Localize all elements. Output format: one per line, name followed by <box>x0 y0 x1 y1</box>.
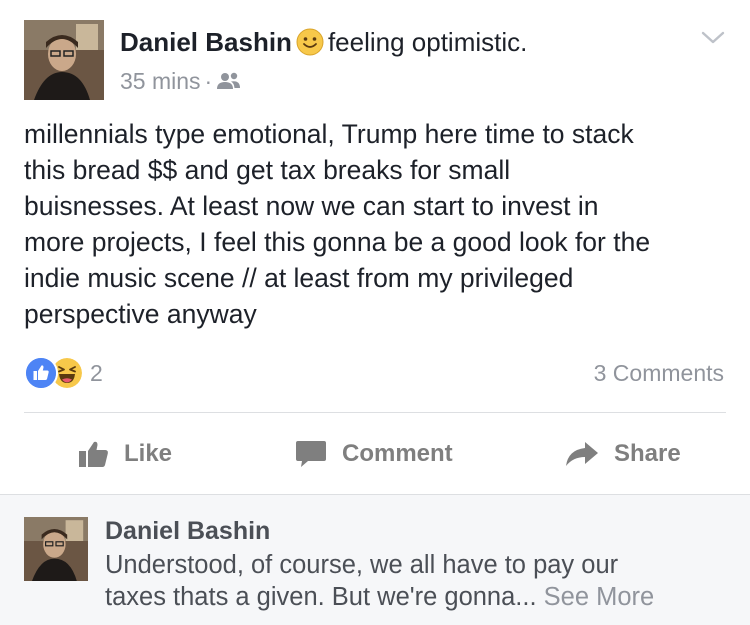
feeling-text[interactable]: feeling optimistic. <box>328 27 527 57</box>
comment-bubble-icon <box>296 441 326 467</box>
commenter-name[interactable]: Daniel Bashin <box>105 515 270 547</box>
share-arrow-icon <box>566 442 598 466</box>
comment-text-fragment: taxes thats a given. But we're gonna... <box>105 583 537 611</box>
commenter-avatar[interactable] <box>24 517 88 581</box>
action-bar: Like Comment Share <box>0 414 750 494</box>
post-body: millennials type emotional, Trump here t… <box>24 116 732 332</box>
reaction-count: 2 <box>90 359 103 386</box>
comment-preview: Daniel Bashin Understood, of course, we … <box>0 494 750 625</box>
comments-count-link[interactable]: 3 Comments <box>594 358 724 388</box>
share-button[interactable]: Share <box>564 414 681 494</box>
like-button[interactable]: Like <box>78 414 172 494</box>
author-name[interactable]: Daniel Bashin <box>120 27 292 57</box>
post-text-line: more projects, I feel this gonna be a go… <box>24 227 651 257</box>
smiley-emoji-icon <box>296 28 324 56</box>
post-meta: 35 mins · <box>120 66 242 96</box>
post-card: Daniel Bashin feeling optimistic. 35 mins… <box>0 0 750 494</box>
comment-label: Comment <box>342 440 453 467</box>
post-text-line: buisnesses. At least now we can start to… <box>24 191 599 221</box>
post-time[interactable]: 35 mins <box>120 68 201 94</box>
post-text-line: perspective anyway <box>24 299 257 329</box>
share-label: Share <box>614 440 681 467</box>
comment-text-line: Understood, of course, we all have to pa… <box>105 551 619 579</box>
author-avatar[interactable] <box>24 20 104 100</box>
post-text-line: millennials type emotional, Trump here t… <box>24 119 634 149</box>
divider <box>24 412 726 413</box>
chevron-down-icon[interactable] <box>700 28 726 48</box>
reaction-summary[interactable]: 2 <box>24 356 103 390</box>
comment-text: Understood, of course, we all have to pa… <box>105 549 735 613</box>
like-reaction-icon <box>24 356 58 390</box>
thumbs-up-icon <box>79 441 108 467</box>
friends-icon[interactable] <box>216 71 242 91</box>
like-label: Like <box>124 440 173 467</box>
meta-separator: · <box>204 68 213 94</box>
post-text-line: this bread $$ and get tax breaks for sma… <box>24 155 511 185</box>
see-more-link[interactable]: See More <box>544 583 655 611</box>
post-header: Daniel Bashin feeling optimistic. <box>120 24 527 60</box>
comment-button[interactable]: Comment <box>294 414 453 494</box>
post-text-line: indie music scene // at least from my pr… <box>24 263 574 293</box>
comment-text-line-2: taxes thats a given. But we're gonna... … <box>105 581 735 613</box>
